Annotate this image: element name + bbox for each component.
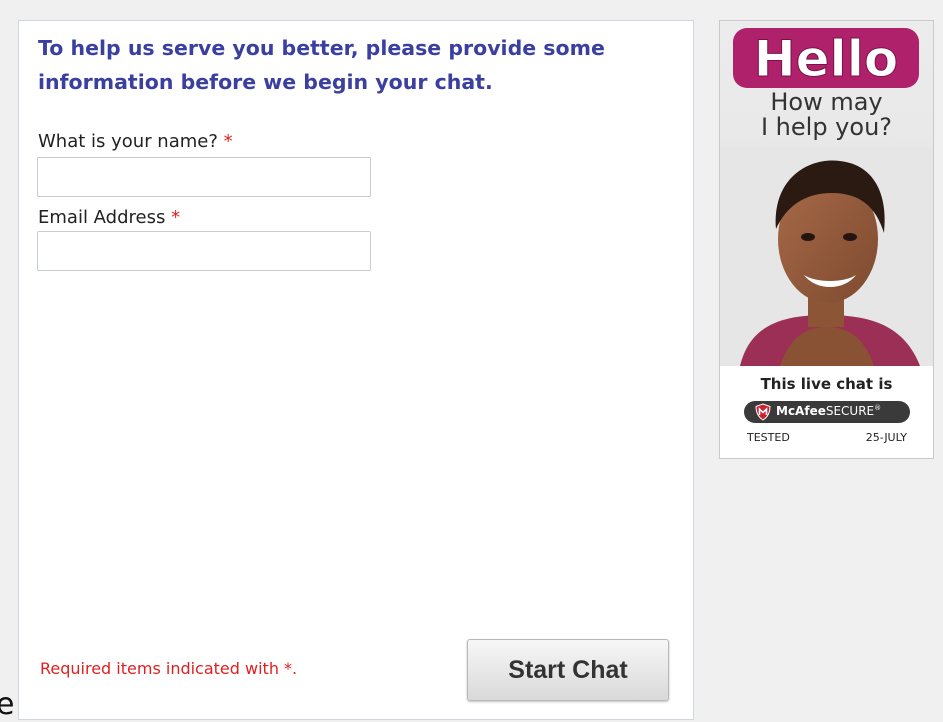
tested-label: TESTED [747,431,790,444]
form-intro-text: To help us serve you better, please prov… [38,36,605,94]
mcafee-brand-text: McAfee [776,404,826,418]
mcafee-secure-text: SECURE [825,404,875,418]
hello-logo-text: Hello [754,30,898,88]
name-label-text: What is your name? [38,131,218,152]
start-chat-button[interactable]: Start Chat [467,639,669,701]
live-chat-ad-card: Hello How may I help you? This live chat… [719,20,934,459]
required-items-note: Required items indicated with *. [40,659,298,678]
email-label-text: Email Address [38,207,166,228]
name-field-label: What is your name? * [38,131,233,152]
mcafee-secure-badge[interactable]: McAfeeSECURE® [744,401,910,423]
mcafee-tm-mark: ® [874,404,882,412]
mcafee-badge-text: McAfeeSECURE® [776,404,881,418]
hello-logo: Hello [733,28,919,89]
tested-date: 25-JULY [865,431,907,444]
mcafee-shield-icon [755,403,771,421]
name-input[interactable] [37,157,371,197]
name-required-star: * [223,131,233,152]
email-required-star: * [171,207,181,228]
email-field-label: Email Address * [38,207,180,228]
edge-glyph: e [0,687,15,722]
ad-tagline: How may I help you? [760,88,893,141]
chat-intake-form: To help us serve you better, please prov… [18,20,694,720]
ad-header-area: Hello How may I help you? [720,21,933,366]
email-input[interactable] [37,231,371,271]
tested-line: TESTED 25-JULY [747,431,907,444]
agent-photo [720,147,933,366]
live-chat-text: This live chat is [760,375,893,393]
